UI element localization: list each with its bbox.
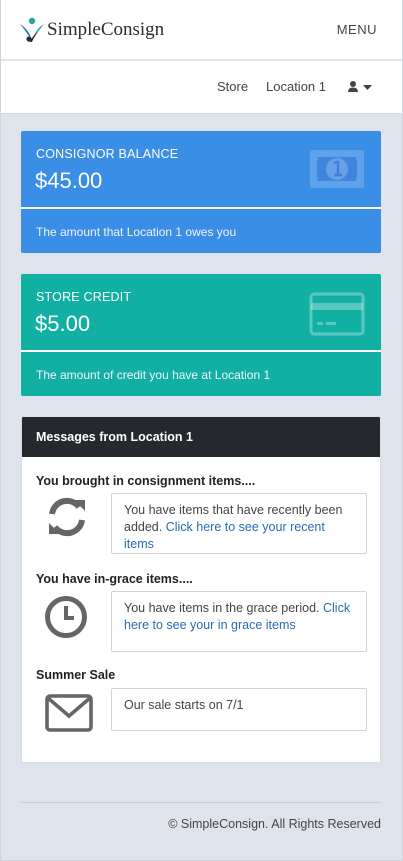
- refresh-icon: [49, 497, 85, 537]
- credit-amount: $5.00: [35, 311, 91, 336]
- caret-down-icon: [363, 85, 372, 90]
- menu-button[interactable]: MENU: [337, 22, 377, 37]
- message-heading: You brought in consignment items....: [36, 474, 256, 488]
- user-icon: [348, 81, 358, 92]
- message-text: Our sale starts on 7/1: [124, 698, 244, 712]
- messages-panel: Messages from Location 1 You brought in …: [21, 416, 381, 763]
- consignor-balance-card: CONSIGNOR BALANCE $45.00 The amount that…: [21, 131, 381, 253]
- envelope-icon: [45, 694, 93, 732]
- money-bill-icon: [310, 150, 364, 188]
- balance-amount: $45.00: [35, 168, 103, 193]
- message-text: You have items in the grace period.: [124, 601, 320, 615]
- sub-navbar: Store Location 1: [1, 61, 402, 114]
- message-heading: Summer Sale: [36, 668, 116, 682]
- store-credit-card: STORE CREDIT $5.00 The amount of credit …: [21, 274, 381, 396]
- message-heading: You have in-grace items....: [36, 572, 193, 586]
- simpleconsign-logo-icon[interactable]: [17, 16, 47, 44]
- nav-location-link[interactable]: Location 1: [266, 79, 326, 94]
- credit-description: The amount of credit you have at Locatio…: [21, 352, 381, 396]
- nav-store-link[interactable]: Store: [217, 79, 248, 94]
- messages-panel-title: Messages from Location 1: [22, 417, 380, 457]
- balance-label: CONSIGNOR BALANCE: [36, 147, 179, 161]
- brand-name[interactable]: SimpleConsign: [47, 19, 164, 41]
- credit-card-icon: [309, 292, 365, 336]
- message-box: You have items that have recently been a…: [111, 493, 367, 554]
- footer-divider: [21, 802, 381, 803]
- user-menu-dropdown[interactable]: [348, 80, 374, 96]
- credit-label: STORE CREDIT: [36, 290, 132, 304]
- message-box: Our sale starts on 7/1: [111, 688, 367, 731]
- balance-description: The amount that Location 1 owes you: [21, 209, 381, 253]
- clock-icon: [45, 596, 87, 638]
- message-box: You have items in the grace period. Clic…: [111, 591, 367, 652]
- footer-copyright: © SimpleConsign. All Rights Reserved: [168, 817, 381, 831]
- top-navbar: SimpleConsign MENU: [1, 0, 402, 60]
